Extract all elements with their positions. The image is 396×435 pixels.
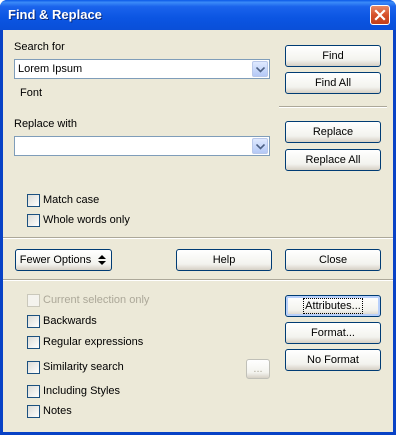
replace-with-label: Replace with <box>14 118 77 130</box>
notes-checkbox[interactable] <box>27 405 40 418</box>
search-attribute-note: Font <box>20 87 43 99</box>
regex-checkbox[interactable] <box>27 336 40 349</box>
format-button[interactable]: Format... <box>285 322 381 344</box>
including-styles-label: Including Styles <box>43 385 121 397</box>
match-case-label: Match case <box>43 194 100 206</box>
separator <box>3 279 393 281</box>
no-format-button[interactable]: No Format <box>285 349 381 371</box>
current-selection-checkbox <box>27 294 40 307</box>
regex-label: Regular expressions <box>43 336 144 348</box>
replace-dropdown-button[interactable] <box>252 138 268 154</box>
replace-all-button[interactable]: Replace All <box>285 149 381 171</box>
similarity-label: Similarity search <box>43 361 124 373</box>
chevron-down-icon <box>256 144 265 150</box>
separator <box>3 237 393 239</box>
replace-combobox[interactable] <box>14 136 270 156</box>
separator <box>279 106 387 108</box>
search-for-label: Search for <box>14 41 65 53</box>
backwards-label: Backwards <box>43 315 97 327</box>
dialog-body: Search for Lorem Ipsum Font Find Find Al… <box>3 30 393 432</box>
search-input[interactable]: Lorem Ipsum <box>18 63 82 75</box>
including-styles-checkbox[interactable] <box>27 385 40 398</box>
attributes-button[interactable]: Attributes... <box>285 295 381 317</box>
close-button[interactable]: Close <box>285 249 381 271</box>
title-bar[interactable]: Find & Replace <box>0 0 396 30</box>
find-replace-dialog: Find & Replace Search for Lorem Ipsum Fo… <box>0 0 396 435</box>
match-case-checkbox[interactable] <box>27 194 40 207</box>
close-window-button[interactable] <box>370 5 390 25</box>
backwards-checkbox[interactable] <box>27 315 40 328</box>
find-button[interactable]: Find <box>285 45 381 67</box>
help-button[interactable]: Help <box>176 249 272 271</box>
collapse-arrows-icon <box>98 255 107 265</box>
dialog-title: Find & Replace <box>8 7 102 22</box>
similarity-checkbox[interactable] <box>27 361 40 374</box>
search-combobox[interactable]: Lorem Ipsum <box>14 59 270 79</box>
current-selection-label: Current selection only <box>43 294 150 306</box>
whole-words-label: Whole words only <box>43 214 130 226</box>
similarity-settings-button[interactable]: ... <box>246 359 270 379</box>
fewer-options-button[interactable]: Fewer Options <box>15 249 112 271</box>
find-all-button[interactable]: Find All <box>285 72 381 94</box>
replace-button[interactable]: Replace <box>285 121 381 143</box>
chevron-down-icon <box>256 67 265 73</box>
close-icon <box>374 9 386 21</box>
notes-label: Notes <box>43 405 72 417</box>
search-dropdown-button[interactable] <box>252 61 268 77</box>
whole-words-checkbox[interactable] <box>27 214 40 227</box>
